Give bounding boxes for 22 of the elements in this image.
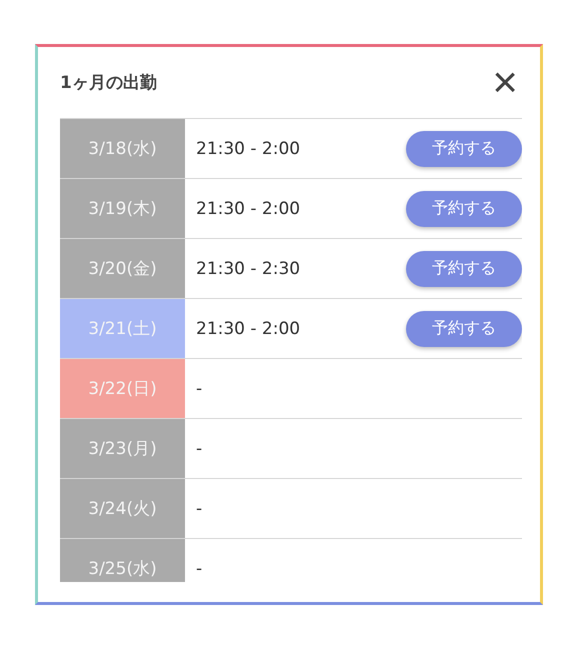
reserve-button[interactable]: 予約する <box>406 250 522 286</box>
date-cell: 3/21(土) <box>60 299 185 358</box>
hours-text: 21:30 - 2:00 <box>196 318 300 338</box>
reserve-button[interactable]: 予約する <box>406 130 522 166</box>
reserve-button[interactable]: 予約する <box>406 190 522 226</box>
date-cell: 3/20(金) <box>60 239 185 298</box>
dialog-title: 1ヶ月の出勤 <box>60 72 157 94</box>
date-cell: 3/19(木) <box>60 179 185 238</box>
hours-text: 21:30 - 2:00 <box>196 198 300 218</box>
hours-text: 21:30 - 2:30 <box>196 258 300 278</box>
date-cell: 3/18(水) <box>60 119 185 178</box>
date-cell: 3/22(日) <box>60 359 185 418</box>
hours-text: 21:30 - 2:00 <box>196 138 300 158</box>
hours-text: - <box>196 558 202 578</box>
hours-text: - <box>196 378 202 398</box>
date-cell: 3/23(月) <box>60 419 185 478</box>
hours-text: - <box>196 438 202 458</box>
hours-text: - <box>196 498 202 518</box>
date-cell: 3/24(火) <box>60 479 185 538</box>
close-button[interactable]: × <box>488 60 522 104</box>
date-cell: 3/25(水) <box>60 539 185 582</box>
reserve-button[interactable]: 予約する <box>406 310 522 346</box>
